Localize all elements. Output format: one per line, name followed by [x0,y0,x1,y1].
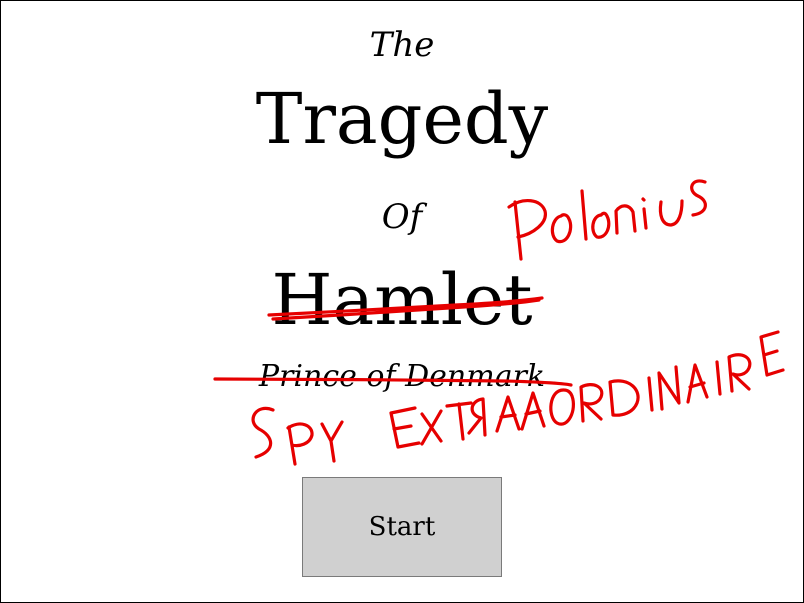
title-word-of: Of [381,197,423,237]
title-subtitle: Prince of Denmark [258,359,546,394]
title-screen: The Tragedy Of Hamlet Prince of Denmark [0,0,804,603]
title-word-the: The [369,25,435,65]
start-button[interactable]: Start [302,477,502,577]
start-button-label: Start [368,512,436,542]
title-word-tragedy: Tragedy [255,78,549,160]
title-word-hamlet: Hamlet [271,259,533,341]
